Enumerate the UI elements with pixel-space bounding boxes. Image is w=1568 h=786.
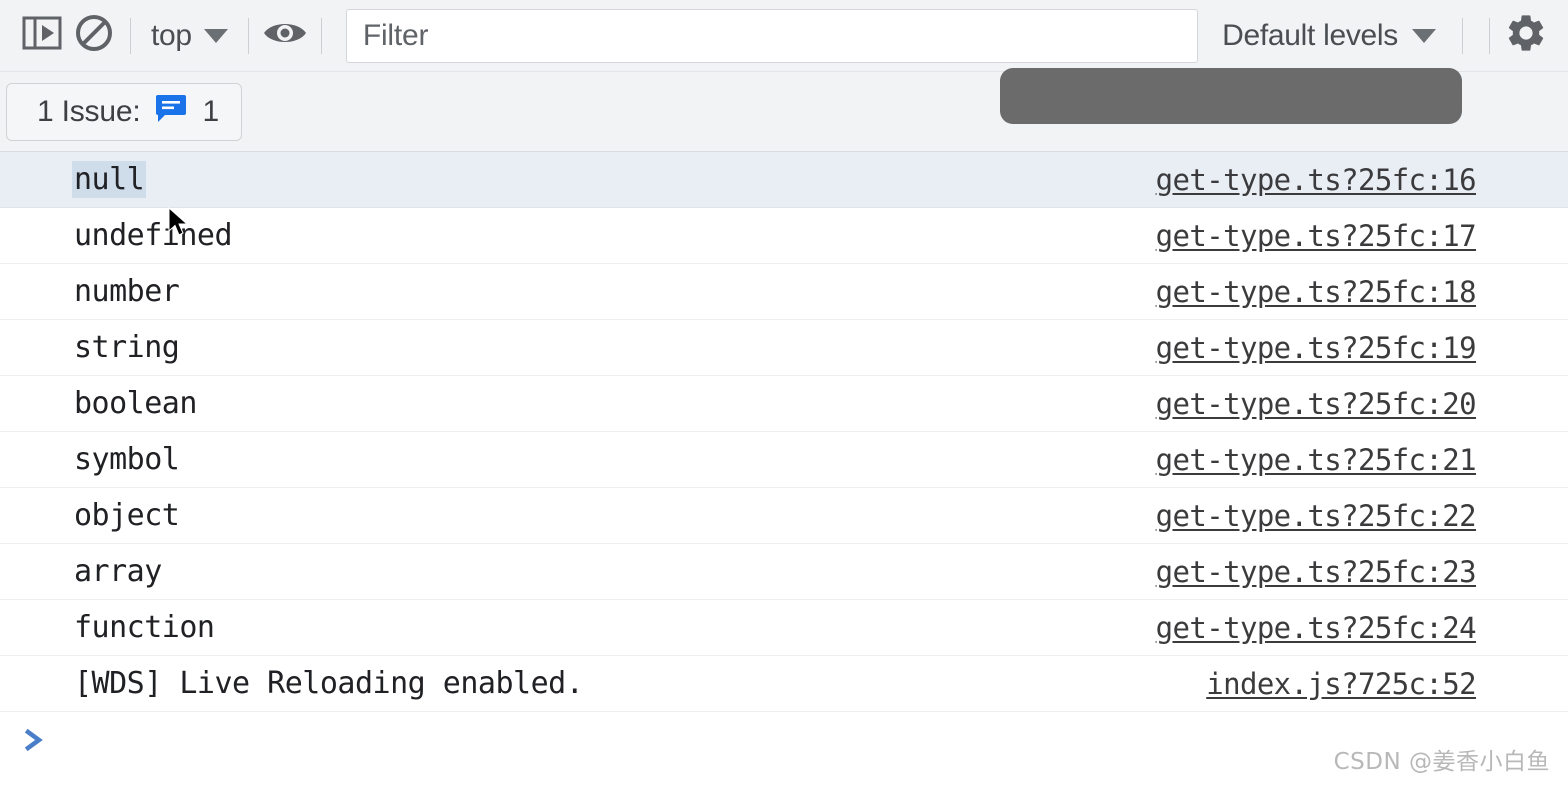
- console-source-link[interactable]: get-type.ts?25fc:20: [1156, 387, 1477, 421]
- gear-icon: [1504, 11, 1548, 60]
- filter-input[interactable]: [360, 17, 1184, 54]
- console-message-text: number: [74, 274, 180, 309]
- redacted-block: [1000, 68, 1462, 124]
- toolbar-divider-3: [320, 17, 322, 54]
- filter-field[interactable]: [345, 8, 1199, 63]
- console-source-link[interactable]: get-type.ts?25fc:22: [1156, 499, 1477, 533]
- console-source-link[interactable]: get-type.ts?25fc:18: [1156, 275, 1477, 309]
- console-toolbar: top Default levels: [0, 0, 1568, 72]
- log-level-label: Default levels: [1222, 18, 1398, 52]
- issues-label: 1 Issue:: [37, 94, 141, 128]
- console-row[interactable]: number get-type.ts?25fc:18: [0, 264, 1568, 320]
- console-row[interactable]: object get-type.ts?25fc:22: [0, 488, 1568, 544]
- console-source-link[interactable]: index.js?725c:52: [1206, 667, 1476, 701]
- console-message-text: [WDS] Live Reloading enabled.: [74, 666, 584, 701]
- chevron-down-icon: [203, 28, 228, 43]
- console-message-text: array: [74, 554, 162, 589]
- console-source-link[interactable]: get-type.ts?25fc:17: [1156, 219, 1477, 253]
- toolbar-divider-2: [247, 17, 249, 54]
- toolbar-divider-4: [1462, 17, 1463, 54]
- execution-context-label: top: [151, 18, 192, 52]
- log-level-selector[interactable]: Default levels: [1212, 12, 1446, 60]
- console-row[interactable]: symbol get-type.ts?25fc:21: [0, 432, 1568, 488]
- console-row[interactable]: array get-type.ts?25fc:23: [0, 544, 1568, 600]
- issues-chip[interactable]: 1 Issue: 1: [6, 82, 242, 141]
- watermark: CSDN @姜香小白鱼: [1333, 749, 1550, 775]
- console-row[interactable]: function get-type.ts?25fc:24: [0, 600, 1568, 656]
- console-source-link[interactable]: get-type.ts?25fc:23: [1156, 555, 1477, 589]
- console-row[interactable]: null get-type.ts?25fc:16: [0, 152, 1568, 208]
- console-row[interactable]: boolean get-type.ts?25fc:20: [0, 376, 1568, 432]
- ban-icon: [74, 13, 114, 58]
- console-message-text: undefined: [74, 218, 233, 253]
- console-sidebar-icon: [22, 16, 62, 55]
- console-message-text: object: [74, 498, 180, 533]
- sidebar-toggle-button[interactable]: [16, 10, 68, 62]
- console-row[interactable]: undefined get-type.ts?25fc:17: [0, 208, 1568, 264]
- live-expression-button[interactable]: [259, 10, 311, 62]
- console-source-link[interactable]: get-type.ts?25fc:19: [1156, 331, 1477, 365]
- console-source-link[interactable]: get-type.ts?25fc:16: [1156, 163, 1477, 197]
- console-row[interactable]: string get-type.ts?25fc:19: [0, 320, 1568, 376]
- prompt-chevron-icon: [22, 725, 48, 761]
- console-message-text: symbol: [74, 442, 180, 477]
- console-message-text: function: [74, 610, 215, 645]
- console-source-link[interactable]: get-type.ts?25fc:24: [1156, 611, 1477, 645]
- console-message-text: string: [74, 330, 180, 365]
- chevron-down-icon: [1412, 28, 1436, 43]
- devtools-console-panel: top Default levels: [0, 0, 1568, 786]
- issue-message-icon: [154, 94, 188, 129]
- console-message-text: null: [72, 161, 147, 198]
- console-message-text: boolean: [74, 386, 197, 421]
- execution-context-selector[interactable]: top: [141, 12, 238, 60]
- eye-icon: [262, 18, 308, 53]
- issues-count: 1: [202, 94, 219, 128]
- clear-console-button[interactable]: [68, 10, 120, 62]
- console-message-list: null get-type.ts?25fc:16 undefined get-t…: [0, 152, 1568, 712]
- console-source-link[interactable]: get-type.ts?25fc:21: [1156, 443, 1477, 477]
- toolbar-divider-1: [130, 17, 131, 54]
- console-settings-button[interactable]: [1500, 10, 1552, 62]
- console-row[interactable]: [WDS] Live Reloading enabled. index.js?7…: [0, 656, 1568, 712]
- toolbar-divider-5: [1489, 17, 1490, 54]
